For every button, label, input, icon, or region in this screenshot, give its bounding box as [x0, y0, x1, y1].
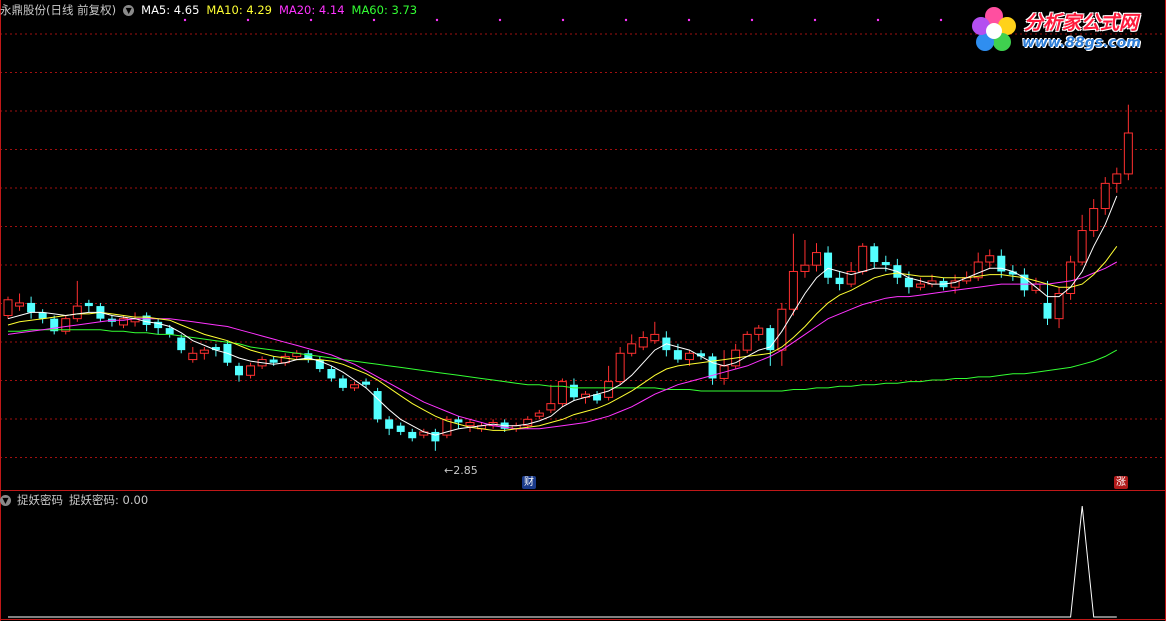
- candle-body-up: [812, 252, 821, 266]
- candle-body-down: [38, 312, 47, 319]
- candle-body-up: [800, 264, 810, 272]
- header-dot: [183, 18, 187, 22]
- ma5-label: MA5: 4.65: [141, 3, 200, 17]
- candle-body-down: [338, 378, 347, 388]
- candle-body-up: [650, 333, 660, 342]
- candle-body-up: [754, 327, 764, 335]
- candle-body-down: [327, 369, 336, 379]
- indicator-name[interactable]: 捉妖密码: [17, 492, 63, 508]
- candle-body-down: [904, 277, 913, 288]
- ma10-label: MA10: 4.29: [206, 3, 272, 17]
- candle-body-up: [742, 333, 752, 351]
- candle-body-up: [1123, 132, 1133, 175]
- candle-body-up: [15, 302, 25, 307]
- candle-body-up: [534, 412, 544, 417]
- candle-body-down: [835, 277, 844, 285]
- header-dot: [498, 18, 502, 22]
- candle-body-down: [27, 302, 36, 313]
- site-logo: 分析家公式网 www.88gs.com: [966, 2, 1162, 58]
- flower-logo-icon: [972, 7, 1016, 51]
- candle-body-down: [235, 365, 243, 376]
- candle-body-up: [188, 352, 198, 361]
- candle-body-down: [870, 246, 879, 263]
- indicator-line: [8, 505, 1117, 618]
- candle-body-down: [385, 419, 394, 429]
- header-dot: [624, 18, 628, 22]
- candle-body-down: [177, 337, 186, 351]
- header-dot: [309, 18, 313, 22]
- candle-body-down: [84, 302, 93, 307]
- candle-body-down: [1043, 302, 1052, 319]
- ma20-label: MA20: 4.14: [278, 3, 345, 17]
- chevron-down-icon[interactable]: ▼: [0, 494, 11, 506]
- candle-body-down: [454, 419, 463, 423]
- candle-body-down: [362, 381, 371, 385]
- candle-body-up: [557, 381, 567, 405]
- candle-body-up: [1066, 261, 1076, 294]
- header-dot: [435, 18, 439, 22]
- candle-body-up: [199, 349, 209, 354]
- header-dot: [372, 18, 376, 22]
- candle-body-down: [569, 384, 578, 398]
- candle-body-down: [673, 350, 682, 360]
- candle-body-up: [1077, 230, 1087, 263]
- candle-body-up: [615, 352, 625, 383]
- candle-body-up: [72, 305, 82, 320]
- candle-body-down: [396, 425, 405, 432]
- candle-body-down: [269, 359, 278, 363]
- header-dot: [876, 18, 880, 22]
- header-dot: [687, 18, 691, 22]
- candle-body-up: [915, 283, 925, 288]
- ma60-label: MA60: 3.73: [351, 3, 418, 17]
- candle-body-up: [1100, 182, 1110, 210]
- candle-body-up: [627, 343, 637, 354]
- candle-body-up: [777, 308, 787, 351]
- logo-url[interactable]: www.88gs.com: [1022, 35, 1141, 51]
- candle-body-up: [1054, 292, 1064, 320]
- limit-up-marker[interactable]: 涨: [1114, 476, 1128, 489]
- candle-body-up: [546, 403, 556, 411]
- main-chart-header: 永鼎股份(日线 前复权) ▼ MA5: 4.65 MA10: 4.29 MA20…: [0, 2, 424, 18]
- header-dot: [561, 18, 565, 22]
- header-dot: [939, 18, 943, 22]
- chevron-down-icon[interactable]: ▼: [123, 4, 135, 16]
- candle-body-down: [824, 252, 833, 278]
- indicator-value: 捉妖密码: 0.00: [69, 493, 149, 507]
- stock-chart: [0, 0, 1166, 621]
- candle-body-up: [1089, 208, 1099, 232]
- low-price-annotation: ←2.85: [444, 464, 478, 477]
- candle-body-up: [858, 245, 868, 272]
- header-dot: [246, 18, 250, 22]
- candle-body-up: [3, 299, 13, 317]
- candle-body-up: [465, 422, 475, 427]
- stock-title[interactable]: 永鼎股份(日线 前复权): [0, 2, 116, 18]
- candle-body-down: [431, 431, 440, 442]
- financial-report-marker[interactable]: 财: [522, 476, 536, 489]
- candle-body-down: [373, 391, 382, 420]
- candle-body-up: [985, 255, 995, 263]
- candle-body-up: [788, 270, 798, 310]
- logo-text: 分析家公式网: [1024, 12, 1139, 34]
- indicator-header: ▼ 捉妖密码 捉妖密码: 0.00: [0, 492, 154, 508]
- candle-body-up: [1112, 173, 1122, 184]
- candle-body-down: [165, 328, 174, 335]
- header-dot: [750, 18, 754, 22]
- candle-body-down: [408, 431, 417, 439]
- candle-body-down: [881, 262, 890, 266]
- candle-body-up: [350, 384, 359, 389]
- candle-body-up: [638, 337, 648, 348]
- candle-body-up: [684, 352, 694, 361]
- header-dot: [813, 18, 817, 22]
- candle-body-up: [246, 365, 256, 376]
